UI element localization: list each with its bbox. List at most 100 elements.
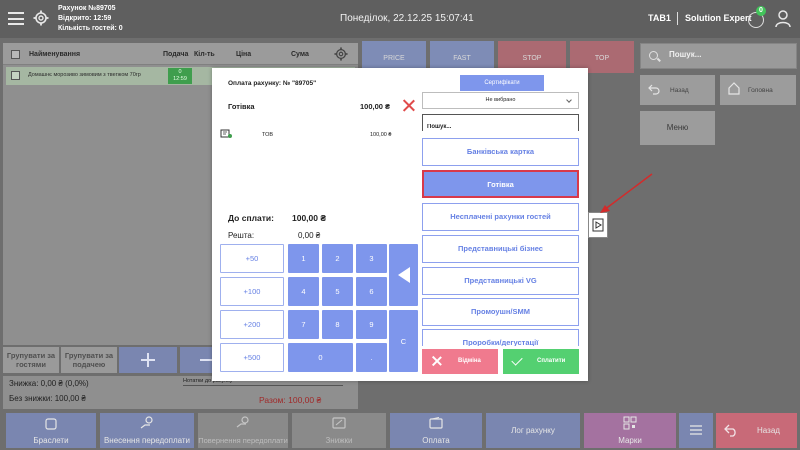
marks-label: Марки [618, 436, 642, 445]
home-button[interactable]: Головна [720, 75, 796, 105]
add-200-button[interactable]: +200 [220, 310, 284, 339]
key-6[interactable]: 6 [356, 277, 387, 306]
back-arrow-icon [648, 84, 660, 95]
bracelets-button[interactable]: Браслети [6, 413, 96, 448]
back-nav-button[interactable]: Назад [640, 75, 715, 105]
settings-icon[interactable] [334, 47, 348, 61]
prepayment-button[interactable]: Внесення передоплати [100, 413, 194, 448]
menu-button[interactable]: Меню [640, 111, 715, 145]
payment-dialog: Оплата рахунку: № "89705" Готівка 100,00… [212, 68, 588, 381]
hand-coin-return-icon [236, 416, 249, 428]
user-icon[interactable] [775, 10, 791, 28]
discount-label: Знижка: 0,00 ₴ (0,0%) [9, 379, 89, 388]
list-button[interactable] [679, 413, 713, 448]
check-info: Рахунок №89705 Відкрито: 12:59 Кількість… [58, 4, 123, 34]
pay-button[interactable]: Сплатити [503, 349, 579, 374]
serving-badge: 0 12:59 [168, 68, 192, 84]
key-1[interactable]: 1 [288, 244, 319, 273]
group-by-guests-button[interactable]: Групувати за гостями [3, 347, 59, 373]
selected-payment-method: Готівка [228, 102, 255, 111]
key-9[interactable]: 9 [356, 310, 387, 339]
check-number: Рахунок №89705 [58, 5, 116, 12]
current-datetime: Понеділок, 22.12.25 15:07:41 [340, 13, 474, 24]
receipt-send-icon [592, 218, 604, 232]
discounts-label: Знижки [325, 436, 353, 445]
payment-method-search[interactable] [422, 114, 579, 135]
back-label: Назад [757, 426, 780, 435]
payment-select[interactable]: Не вибрано [422, 92, 579, 109]
fiscal-amount: 100,00 ₴ [370, 132, 392, 138]
top-bar: Рахунок №89705 Відкрито: 12:59 Кількість… [0, 0, 800, 38]
payment-method-rep-vg[interactable]: Представницькі VG [422, 267, 579, 295]
select-all-checkbox[interactable] [11, 50, 20, 59]
key-7[interactable]: 7 [288, 310, 319, 339]
remove-payment-icon[interactable] [402, 99, 415, 112]
guest-count: Кількість гостей: 0 [58, 25, 123, 32]
no-discount-label: Без знижки: 100,00 ₴ [9, 394, 86, 403]
backspace-button[interactable] [389, 244, 418, 306]
payment-select-value: Не вибрано [485, 97, 516, 103]
bracelets-label: Браслети [33, 436, 69, 445]
add-50-button[interactable]: +50 [220, 244, 284, 273]
annotation-arrow [600, 173, 653, 213]
terminal-name: TAB1 [648, 13, 671, 23]
key-8[interactable]: 8 [322, 310, 353, 339]
add-500-button[interactable]: +500 [220, 343, 284, 372]
notifications-badge: 0 [756, 6, 766, 16]
payment-method-bank-card[interactable]: Банківська картка [422, 138, 579, 166]
order-table-header: Найменування Подача Кіл-ть Ціна Сума [3, 43, 358, 65]
payment-method-tastings[interactable]: Проробки/дегустації [422, 329, 579, 346]
add-item-button[interactable] [119, 347, 177, 373]
col-name: Найменування [29, 51, 81, 58]
key-2[interactable]: 2 [322, 244, 353, 273]
cancel-label: Відміна [458, 358, 481, 364]
back-button[interactable]: Назад [716, 413, 797, 448]
col-serving: Подача [163, 51, 189, 58]
key-5[interactable]: 5 [322, 277, 353, 306]
payment-method-rep-business[interactable]: Представницькі бізнес [422, 235, 579, 263]
close-icon [432, 356, 442, 366]
selected-payment-amount: 100,00 ₴ [360, 102, 391, 111]
payment-label: Оплата [422, 436, 450, 445]
product-search[interactable] [640, 43, 797, 69]
key-0[interactable]: 0 [288, 343, 353, 372]
payment-methods-list: Банківська картка Готівка Несплачені рах… [422, 136, 582, 346]
search-icon [649, 51, 658, 60]
cancel-button[interactable]: Відміна [422, 349, 498, 374]
divider [677, 12, 678, 25]
payment-dialog-title: Оплата рахунку: № "89705" [228, 80, 317, 87]
to-pay-value: 100,00 ₴ [292, 213, 327, 223]
col-price: Ціна [236, 51, 252, 58]
add-100-button[interactable]: +100 [220, 277, 284, 306]
payment-method-unpaid-guests[interactable]: Несплачені рахунки гостей [422, 203, 579, 231]
remove-item-button[interactable] [180, 347, 212, 373]
menu-icon[interactable] [8, 12, 24, 25]
back-nav-label: Назад [670, 87, 689, 94]
clear-button[interactable]: C [389, 310, 418, 372]
change-label: Решта: [228, 231, 255, 240]
discounts-button[interactable]: Знижки [292, 413, 386, 448]
group-by-serving-button[interactable]: Групувати за подачею [61, 347, 117, 373]
payment-method-cash[interactable]: Готівка [422, 170, 579, 198]
receipt-log-button[interactable]: Лог рахунку [486, 413, 580, 448]
payment-method-promo-smm[interactable]: Промоушн/SMM [422, 298, 579, 326]
payment-button[interactable]: Оплата [390, 413, 482, 448]
key-dot[interactable]: . [356, 343, 387, 372]
prepayment-return-button[interactable]: Повернення передоплати [198, 413, 288, 448]
product-search-input[interactable] [669, 50, 789, 59]
certificates-button[interactable]: Сертифікати [460, 75, 544, 91]
key-3[interactable]: 3 [356, 244, 387, 273]
pay-label: Сплатити [537, 358, 566, 364]
payment-method-search-input[interactable] [423, 119, 578, 135]
opened-time: Відкрито: 12:59 [58, 15, 112, 22]
discount-tag-icon [332, 417, 346, 429]
fiscal-receipt-icon [220, 129, 232, 138]
receipt-log-label: Лог рахунку [511, 426, 555, 435]
home-icon [728, 82, 740, 95]
gear-icon[interactable] [33, 10, 49, 26]
fiscal-company-name: ТОВ [262, 132, 274, 138]
key-4[interactable]: 4 [288, 277, 319, 306]
marks-button[interactable]: Марки [584, 413, 676, 448]
row-checkbox[interactable] [11, 71, 20, 80]
list-icon [690, 425, 702, 435]
